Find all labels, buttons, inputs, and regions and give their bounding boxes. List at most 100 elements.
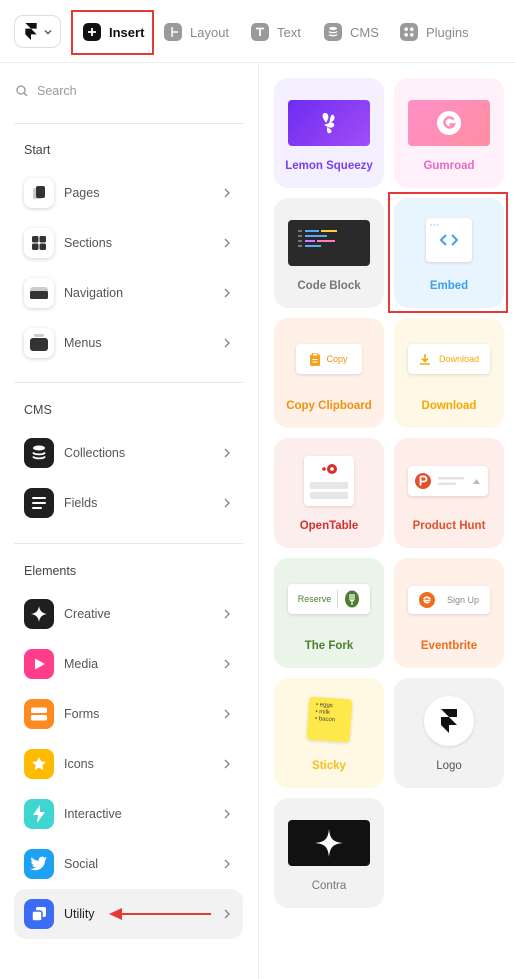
chevron-right-icon xyxy=(224,188,230,198)
grid-item-label: Logo xyxy=(436,760,462,772)
chevron-right-icon xyxy=(224,609,230,619)
grid-item-the-fork[interactable]: Reserve The Fork xyxy=(274,558,384,668)
grid-item-gumroad[interactable]: Gumroad xyxy=(394,78,504,188)
grid-item-label: Gumroad xyxy=(423,160,475,172)
sidebar-item-media[interactable]: Media xyxy=(14,639,243,689)
grid-item-opentable[interactable]: OpenTable xyxy=(274,438,384,548)
sticky-note-line: • bacon xyxy=(314,715,336,724)
utility-icon xyxy=(24,899,54,929)
chevron-right-icon xyxy=(224,238,230,248)
chevron-right-icon xyxy=(224,759,230,769)
grid-item-contra[interactable]: Contra xyxy=(274,798,384,908)
separator xyxy=(337,590,339,608)
search-icon xyxy=(16,85,28,97)
grid-item-label: Code Block xyxy=(297,280,361,292)
opentable-preview xyxy=(304,456,354,506)
chevron-right-icon xyxy=(224,498,230,508)
sidebar-item-pages[interactable]: Pages xyxy=(14,168,243,218)
nav-label: Social xyxy=(64,857,99,871)
sidebar-item-icons[interactable]: Icons xyxy=(14,739,243,789)
framer-logo-icon xyxy=(24,23,37,40)
navigation-icon xyxy=(24,278,54,308)
fields-icon xyxy=(24,488,54,518)
sidebar-item-menus[interactable]: Menus xyxy=(14,318,243,368)
contra-logo-icon xyxy=(288,820,370,866)
plugins-icon xyxy=(400,23,418,41)
nav-label: Utility xyxy=(64,907,95,921)
nav-label: Sections xyxy=(64,236,112,250)
sidebar-item-social[interactable]: Social xyxy=(14,839,243,889)
tab-label: Layout xyxy=(190,24,230,40)
tab-text[interactable]: Text xyxy=(251,11,301,53)
tab-layout[interactable]: Layout xyxy=(164,11,229,53)
grid-item-label: OpenTable xyxy=(299,520,359,532)
grid-item-label: Download xyxy=(421,400,477,412)
product-hunt-preview xyxy=(408,466,488,496)
layout-icon xyxy=(164,23,182,41)
section-title-start: Start xyxy=(24,143,51,157)
grid-item-sticky[interactable]: • eggs • milk • bacon Sticky xyxy=(274,678,384,788)
grid-item-download[interactable]: Download Download xyxy=(394,318,504,428)
twitter-bird-icon xyxy=(24,849,54,879)
sidebar-item-collections[interactable]: Collections xyxy=(14,428,243,478)
grid-item-code-block[interactable]: Code Block xyxy=(274,198,384,308)
nav-label: Menus xyxy=(64,336,102,350)
copy-button-preview: Copy xyxy=(296,344,362,374)
star-icon xyxy=(24,749,54,779)
download-button-label: Download xyxy=(438,354,480,364)
nav-label: Pages xyxy=(64,186,100,200)
pages-icon xyxy=(24,178,54,208)
copy-button-label: Copy xyxy=(326,354,348,364)
grid-item-label: Sticky xyxy=(312,760,346,772)
sticky-note-preview: • eggs • milk • bacon xyxy=(306,696,353,743)
forms-icon xyxy=(24,699,54,729)
nav-label: Media xyxy=(64,657,99,671)
tab-plugins[interactable]: Plugins xyxy=(400,11,469,53)
eventbrite-logo-icon xyxy=(418,592,435,608)
nav-label: Forms xyxy=(64,707,100,721)
chevron-right-icon xyxy=(224,709,230,719)
text-icon xyxy=(251,23,269,41)
nav-label: Fields xyxy=(64,496,98,510)
bolt-icon xyxy=(24,799,54,829)
sidebar-item-creative[interactable]: Creative xyxy=(14,589,243,639)
code-preview-icon xyxy=(288,220,370,266)
chevron-right-icon xyxy=(224,659,230,669)
clipboard-icon xyxy=(310,352,321,366)
grid-item-eventbrite[interactable]: Sign Up Eventbrite xyxy=(394,558,504,668)
sidebar-item-forms[interactable]: Forms xyxy=(14,689,243,739)
grid-item-product-hunt[interactable]: Product Hunt xyxy=(394,438,504,548)
sign-up-button-label: Sign Up xyxy=(446,595,480,605)
grid-item-logo[interactable]: Logo xyxy=(394,678,504,788)
sidebar-item-sections[interactable]: Sections xyxy=(14,218,243,268)
logo-preview xyxy=(424,696,474,746)
nav-label: Collections xyxy=(64,446,126,460)
reserve-button-label: Reserve xyxy=(297,594,332,604)
eventbrite-preview: Sign Up xyxy=(408,586,490,614)
chevron-right-icon xyxy=(224,338,230,348)
nav-label: Icons xyxy=(64,757,94,771)
app-menu-button[interactable] xyxy=(14,15,61,48)
sections-icon xyxy=(24,228,54,258)
lemon-squeezy-logo-icon xyxy=(288,100,370,146)
nav-label: Creative xyxy=(64,607,111,621)
chevron-right-icon xyxy=(224,859,230,869)
sidebar-item-fields[interactable]: Fields xyxy=(14,478,243,528)
tab-label: Text xyxy=(277,24,301,40)
divider xyxy=(14,382,243,383)
top-toolbar: Insert Layout Text CMS Plugins xyxy=(0,0,515,63)
framer-logo-icon xyxy=(441,709,457,733)
tab-label: CMS xyxy=(350,24,379,40)
tab-cms[interactable]: CMS xyxy=(324,11,379,53)
grid-item-lemon-squeezy[interactable]: Lemon Squeezy xyxy=(274,78,384,188)
collections-icon xyxy=(24,438,54,468)
insert-highlight-box xyxy=(71,10,154,55)
sidebar-item-navigation[interactable]: Navigation xyxy=(14,268,243,318)
sidebar-item-interactive[interactable]: Interactive xyxy=(14,789,243,839)
search-field[interactable]: Search xyxy=(16,84,77,98)
grid-item-label: The Fork xyxy=(304,640,354,652)
nav-label: Interactive xyxy=(64,807,122,821)
database-icon xyxy=(324,23,342,41)
grid-item-copy-clipboard[interactable]: Copy Copy Clipboard xyxy=(274,318,384,428)
divider xyxy=(14,123,243,124)
